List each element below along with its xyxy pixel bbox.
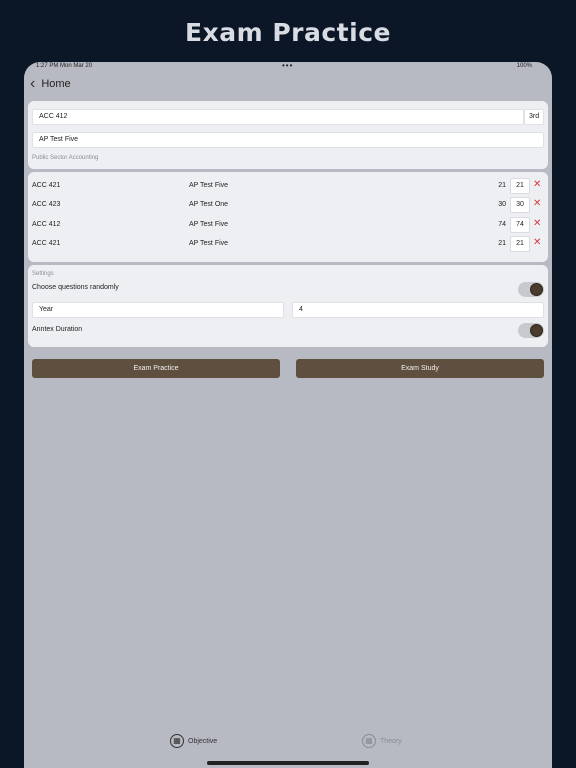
list-item: ACC 421 AP Test Five 21 21 ✕ <box>28 177 548 196</box>
list-item-input[interactable]: 74 <box>510 217 530 233</box>
chevron-left-icon: ‹ <box>30 75 36 92</box>
list-item-code: ACC 423 <box>32 201 61 208</box>
list-item-test: AP Test Five <box>189 221 229 228</box>
year-field[interactable]: Year <box>32 302 284 318</box>
list-item-value: 74 <box>498 221 506 228</box>
list-item: ACC 412 AP Test Five 74 74 ✕ <box>28 216 548 235</box>
back-button[interactable]: ‹ Home <box>30 74 71 94</box>
duration-toggle[interactable] <box>518 323 544 338</box>
toggle-knob <box>530 283 543 296</box>
home-indicator[interactable] <box>207 761 369 765</box>
list-item-code: ACC 412 <box>32 221 61 228</box>
list-item-input[interactable]: 30 <box>510 197 530 213</box>
list-item-test: AP Test Five <box>189 182 229 189</box>
grid-icon: ▦ <box>362 734 376 748</box>
app-screen: 1:27 PM Mon Mar 20 ••• 100% ‹ Home ACC 4… <box>24 62 552 768</box>
settings-card: Settings Choose questions randomly Year … <box>28 265 548 347</box>
selected-list: ACC 421 AP Test Five 21 21 ✕ ACC 423 AP … <box>28 172 548 262</box>
course-card: ACC 412 3rd AP Test Five Public Sector A… <box>28 101 548 169</box>
tab-bar: ▦ Objective ▦ Theory <box>24 734 552 758</box>
level-field[interactable]: 3rd <box>524 109 544 125</box>
tab-theory[interactable]: ▦ Theory <box>362 734 402 748</box>
list-item-value: 30 <box>498 201 506 208</box>
promo-title: Exam Practice <box>185 18 391 47</box>
random-toggle[interactable] <box>518 282 544 297</box>
random-label: Choose questions randomly <box>32 284 119 291</box>
count-field[interactable]: 4 <box>292 302 544 318</box>
list-item: ACC 421 AP Test Five 21 21 ✕ <box>28 235 548 254</box>
tab-objective-label: Objective <box>188 737 218 745</box>
close-icon[interactable]: ✕ <box>533 179 541 191</box>
grid-icon: ▦ <box>170 734 184 748</box>
tab-theory-label: Theory <box>380 737 402 745</box>
course-code-field[interactable]: ACC 412 <box>32 109 524 125</box>
close-icon[interactable]: ✕ <box>533 218 541 230</box>
toggle-knob <box>530 324 543 337</box>
status-bar: 1:27 PM Mon Mar 20 ••• 100% <box>24 62 552 72</box>
list-item-test: AP Test Five <box>189 240 229 247</box>
exam-practice-button[interactable]: Exam Practice <box>32 359 280 378</box>
duration-label: Anntex Duration <box>32 326 83 333</box>
test-field[interactable]: AP Test Five <box>32 132 544 148</box>
list-item-code: ACC 421 <box>32 240 61 247</box>
list-item: ACC 423 AP Test One 30 30 ✕ <box>28 196 548 215</box>
list-item-input[interactable]: 21 <box>510 236 530 252</box>
close-icon[interactable]: ✕ <box>533 198 541 210</box>
exam-study-button[interactable]: Exam Study <box>296 359 544 378</box>
list-item-test: AP Test One <box>189 201 229 208</box>
back-label: Home <box>41 78 71 90</box>
list-item-input[interactable]: 21 <box>510 178 530 194</box>
close-icon[interactable]: ✕ <box>533 237 541 249</box>
tab-objective[interactable]: ▦ Objective <box>170 734 217 748</box>
subject-label: Public Sector Accounting <box>32 155 99 161</box>
status-time: 1:27 PM Mon Mar 20 <box>36 63 93 69</box>
multitask-dots[interactable]: ••• <box>282 62 293 70</box>
battery-indicator: 100% <box>516 63 532 69</box>
list-item-code: ACC 421 <box>32 182 61 189</box>
settings-header: Settings <box>32 271 54 277</box>
list-item-value: 21 <box>498 182 506 189</box>
list-item-value: 21 <box>498 240 506 247</box>
